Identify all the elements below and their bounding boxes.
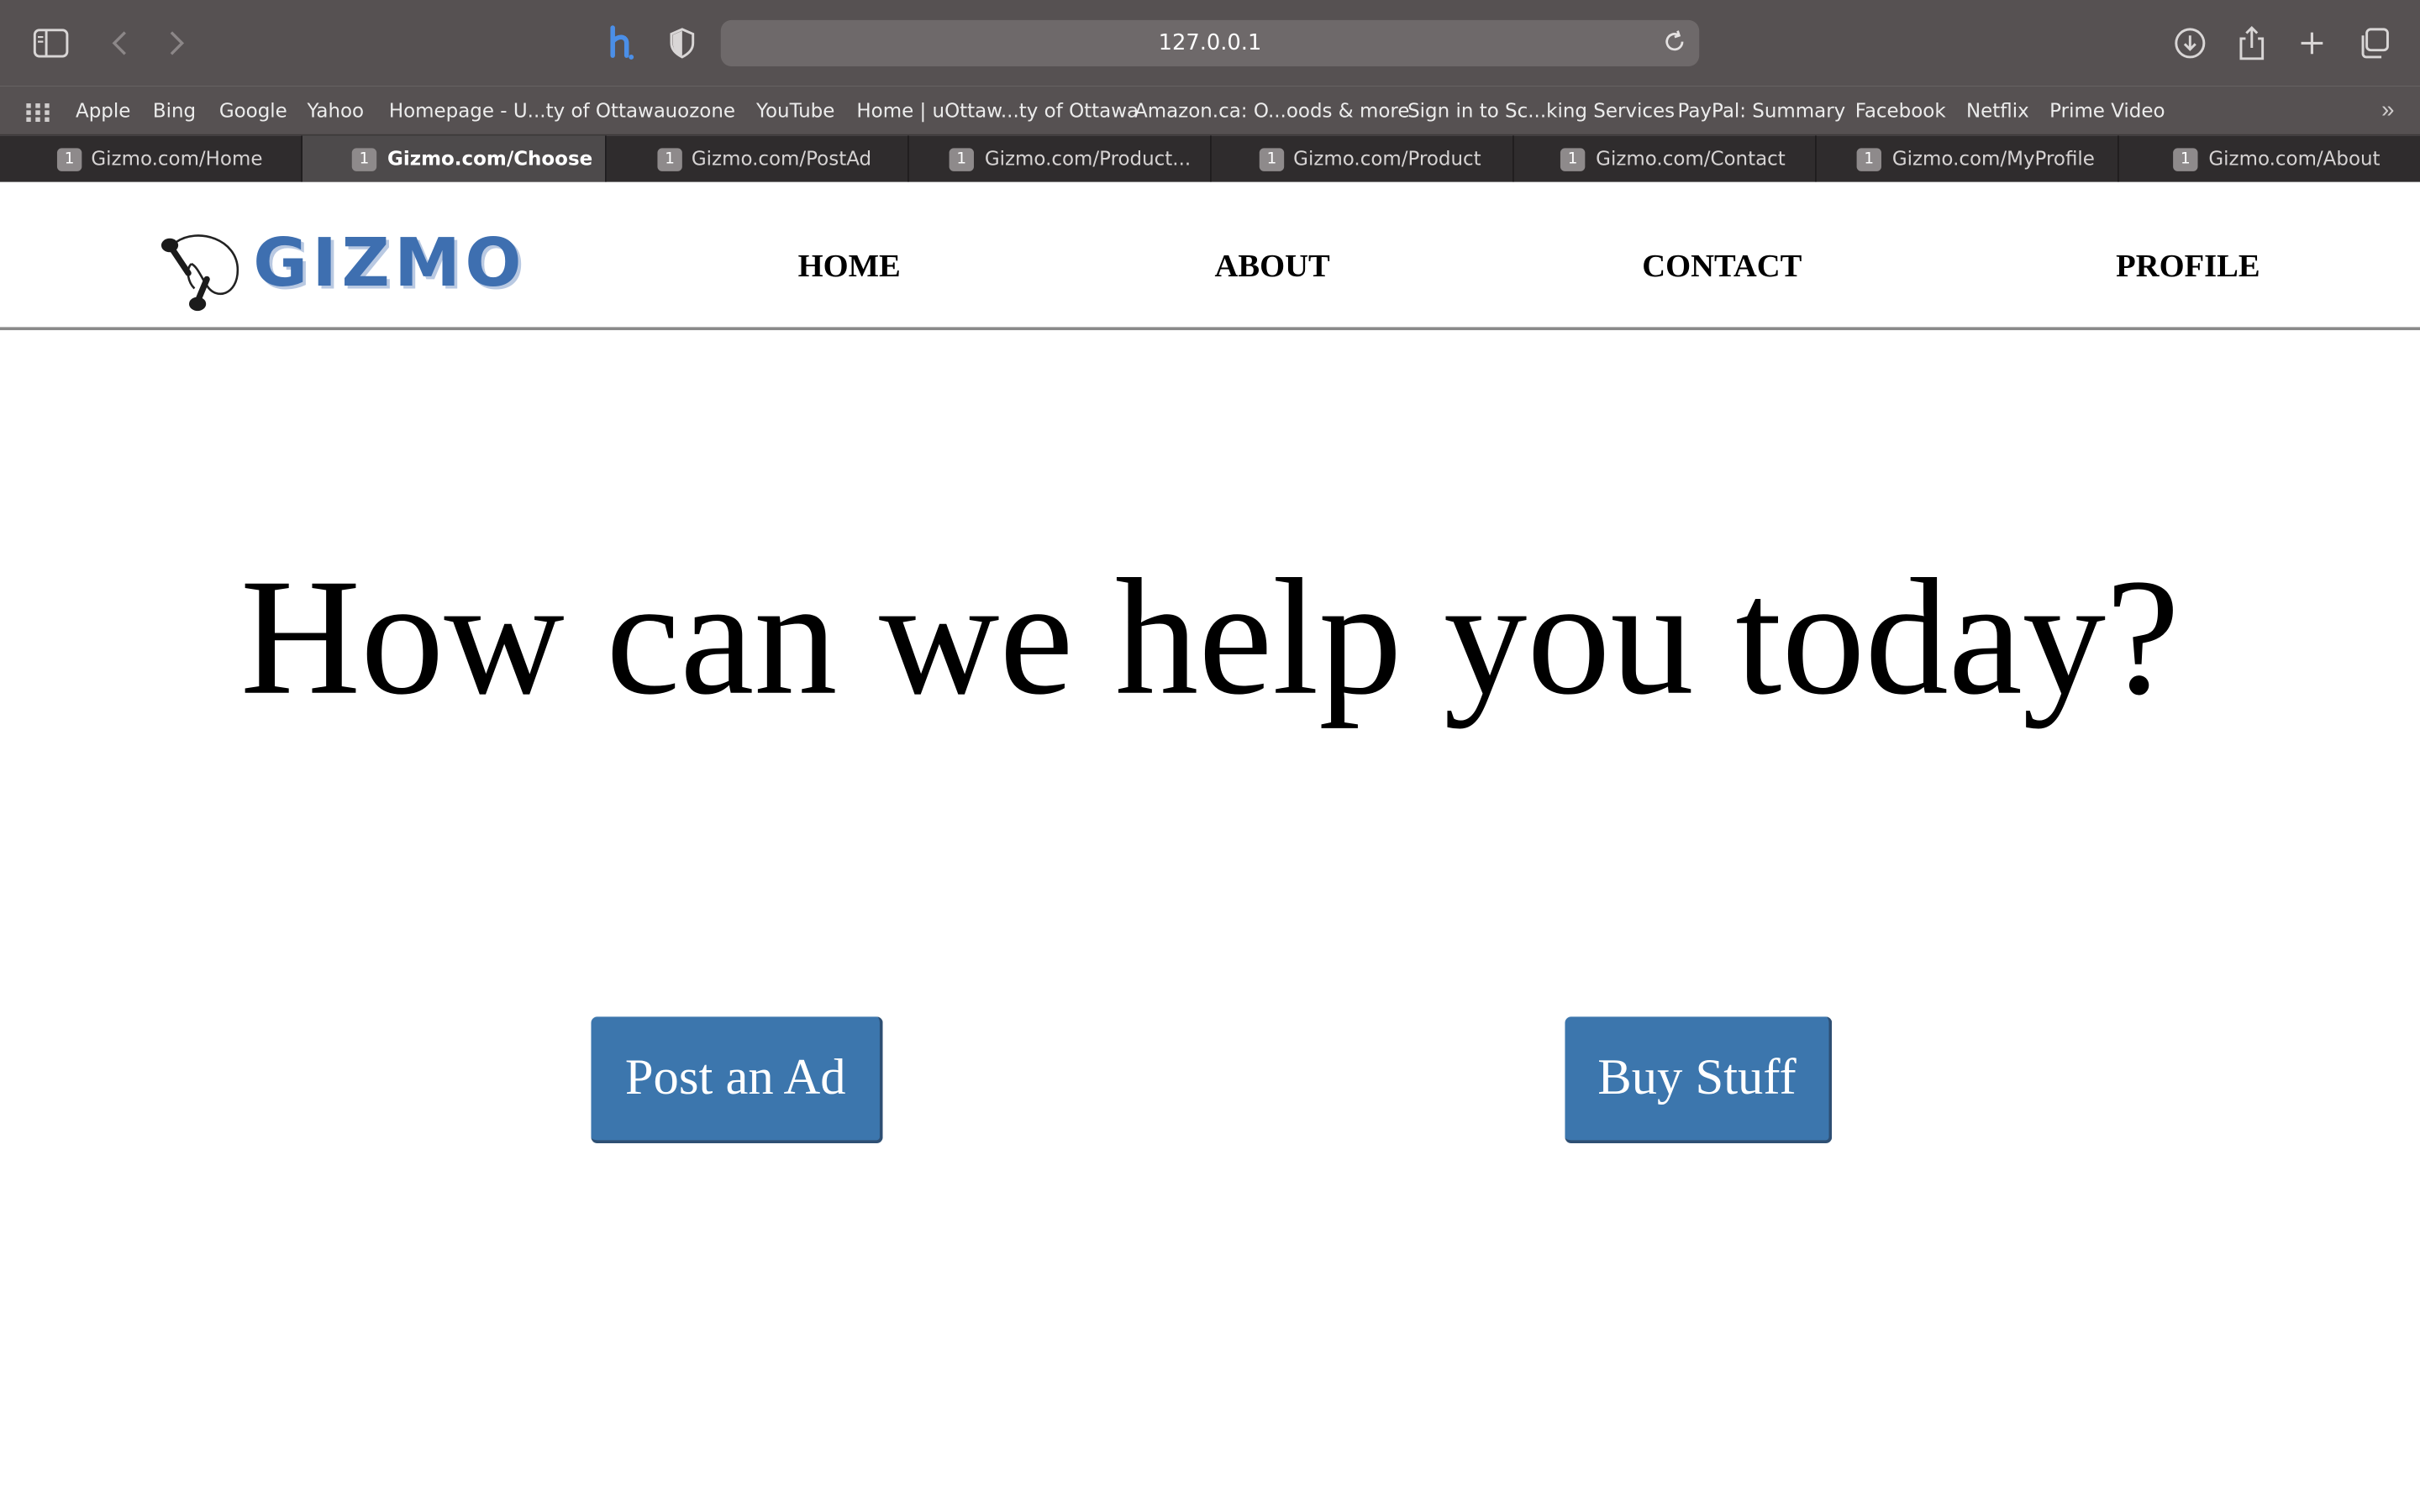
bookmark-link[interactable]: Bing: [153, 99, 196, 123]
new-tab-icon[interactable]: [2293, 24, 2330, 61]
tab-title: Gizmo.com/Choose: [387, 146, 593, 171]
bookmark-link[interactable]: Facebook: [1855, 99, 1946, 123]
bookmark-link[interactable]: Amazon.ca: O...oods & more: [1134, 99, 1409, 123]
tab-badge: 1: [2173, 148, 2198, 171]
url-text: 127.0.0.1: [1158, 30, 1262, 56]
bookmark-link[interactable]: Prime Video: [2049, 99, 2165, 123]
tab-title: Gizmo.com/Product...: [984, 146, 1192, 171]
tab-title: Gizmo.com/Product: [1293, 146, 1481, 171]
tab-badge: 1: [657, 148, 682, 171]
tab-product[interactable]: 1 Gizmo.com/Product: [1212, 135, 1514, 182]
address-bar[interactable]: 127.0.0.1: [720, 19, 1700, 66]
bookmarks-grid-icon[interactable]: [26, 102, 50, 129]
download-icon[interactable]: [2171, 24, 2208, 61]
shield-icon[interactable]: [666, 26, 699, 60]
post-ad-button[interactable]: Post an Ad: [591, 1016, 883, 1144]
tab-title: Gizmo.com/PostAd: [691, 146, 872, 171]
reload-icon[interactable]: [1662, 29, 1690, 57]
bookmark-link[interactable]: PayPal: Summary: [1678, 99, 1846, 123]
tab-badge: 1: [56, 148, 82, 171]
bookmark-link[interactable]: YouTube: [756, 99, 834, 123]
bookmark-link[interactable]: Yahoo: [308, 99, 365, 123]
tab-overview-icon[interactable]: [2355, 24, 2392, 61]
tab-about[interactable]: 1 Gizmo.com/About: [2119, 136, 2420, 182]
bookmark-link[interactable]: Google: [219, 99, 287, 123]
tab-badge: 1: [1259, 148, 1285, 171]
bookmark-link[interactable]: Home | uOttaw...ty of Ottawa: [856, 99, 1139, 123]
tab-postad[interactable]: 1 Gizmo.com/PostAd: [607, 135, 909, 182]
more-bookmarks-icon[interactable]: »: [2381, 97, 2394, 123]
bookmark-link[interactable]: Homepage - U...ty of Ottawa: [389, 99, 666, 123]
tab-badge: 1: [949, 148, 974, 171]
earphones-logo-icon[interactable]: [155, 223, 247, 313]
bookmark-link[interactable]: Apple: [76, 99, 130, 123]
nav-home[interactable]: HOME: [798, 247, 901, 286]
tab-home[interactable]: 1 Gizmo.com/Home: [0, 135, 303, 182]
back-icon[interactable]: [105, 26, 133, 60]
nav-about[interactable]: ABOUT: [1215, 247, 1330, 286]
tab-title: Gizmo.com/Contact: [1596, 146, 1786, 171]
share-icon[interactable]: [2233, 24, 2270, 64]
tab-badge: 1: [351, 148, 377, 171]
tab-title: Gizmo.com/Home: [91, 146, 263, 171]
tab-contact[interactable]: 1 Gizmo.com/Contact: [1514, 135, 1817, 182]
tab-title: Gizmo.com/MyProfile: [1891, 146, 2095, 171]
extension-h-icon[interactable]: [602, 24, 639, 64]
bookmark-link[interactable]: Netflix: [1966, 99, 2029, 123]
tab-badge: 1: [1560, 148, 1586, 171]
tab-choose[interactable]: 1 Gizmo.com/Choose: [302, 135, 607, 182]
bookmark-link[interactable]: uozone: [666, 99, 735, 123]
tab-bar: 1 Gizmo.com/Home 1 Gizmo.com/Choose 1 Gi…: [0, 135, 2420, 182]
nav-profile[interactable]: PROFILE: [2116, 247, 2260, 286]
tab-title: Gizmo.com/About: [2208, 146, 2381, 171]
tab-myprofile[interactable]: 1 Gizmo.com/MyProfile: [1817, 135, 2119, 182]
tab-badge: 1: [1856, 148, 1881, 171]
forward-icon[interactable]: [164, 26, 192, 60]
bookmark-link[interactable]: Sign in to Sc...king Services: [1407, 99, 1675, 123]
page-headline: How can we help you today?: [239, 546, 2181, 730]
site-logo[interactable]: GIZMO: [253, 225, 526, 302]
tab-product-list[interactable]: 1 Gizmo.com/Product...: [909, 135, 1212, 182]
buy-stuff-button[interactable]: Buy Stuff: [1565, 1016, 1833, 1144]
nav-contact[interactable]: CONTACT: [1642, 247, 1802, 286]
sidebar-icon[interactable]: [33, 26, 70, 60]
